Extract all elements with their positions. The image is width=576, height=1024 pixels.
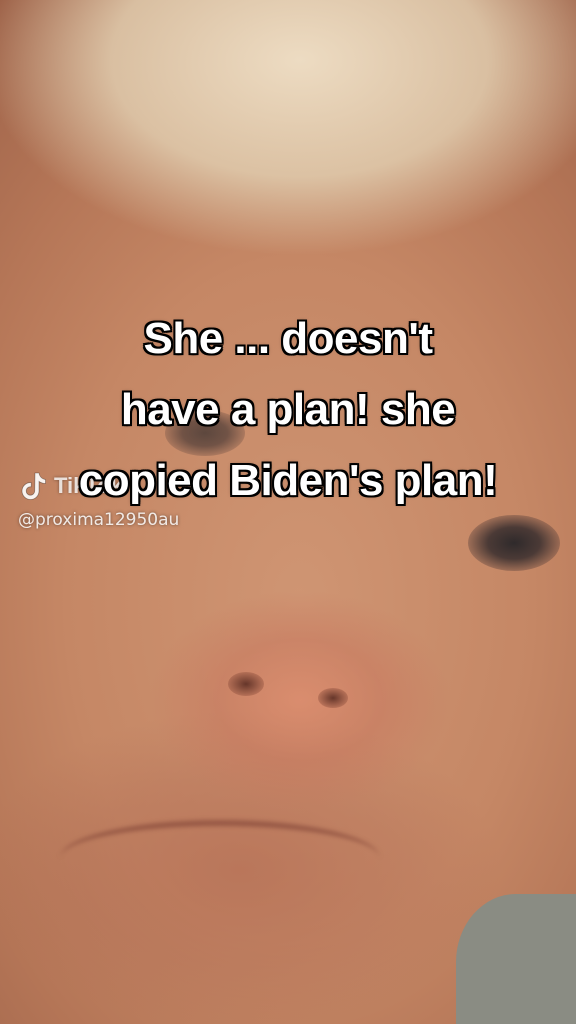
right-eye — [468, 515, 560, 571]
left-nostril — [228, 672, 264, 696]
right-nostril — [318, 688, 348, 708]
shirt-collar — [456, 894, 576, 1024]
caption-line-3: copied Biden's plan! — [78, 456, 498, 505]
video-caption: She ... doesn't have a plan! she copied … — [0, 303, 576, 516]
caption-line-1: She ... doesn't — [143, 314, 433, 363]
mouth — [60, 820, 380, 866]
caption-line-2: have a plan! she — [120, 385, 456, 434]
video-frame[interactable]: TikTok @proxima12950au She ... doesn't h… — [0, 0, 576, 1024]
